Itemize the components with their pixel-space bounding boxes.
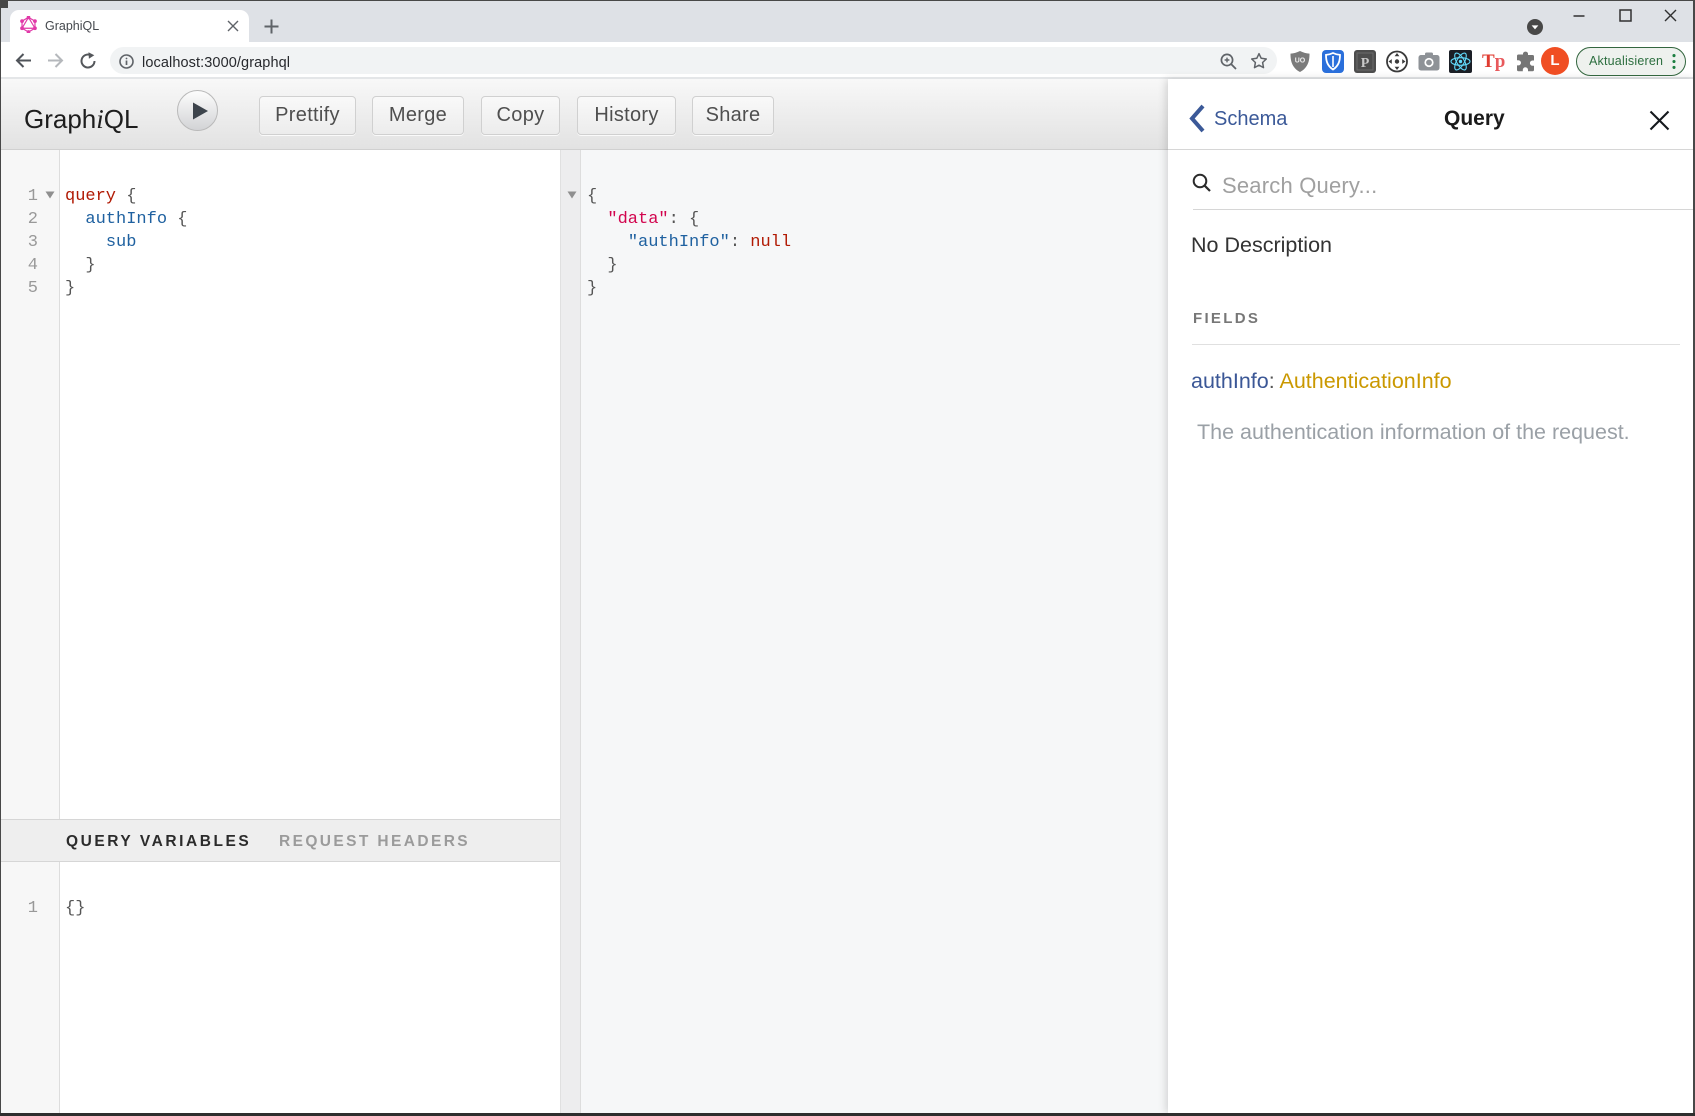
svg-text:UO: UO (1295, 58, 1306, 65)
svg-text:P: P (1361, 56, 1370, 71)
